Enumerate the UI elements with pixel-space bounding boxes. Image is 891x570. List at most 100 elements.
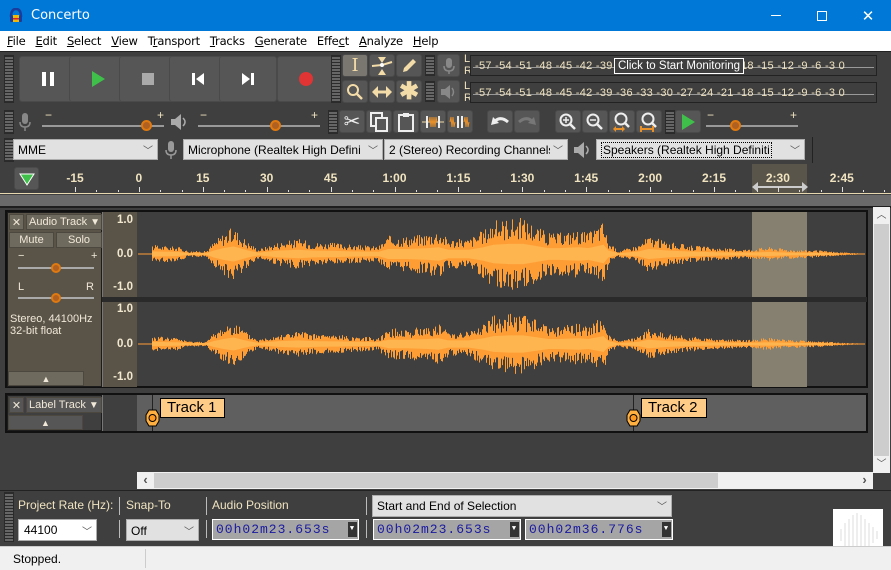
trim-audio-button[interactable] bbox=[420, 110, 446, 133]
edit-toolbar-grip[interactable] bbox=[328, 110, 338, 134]
selection-mode-select[interactable]: Start and End of Selection ﹀ bbox=[372, 495, 672, 517]
label-2-handle-icon[interactable] bbox=[626, 409, 641, 427]
ruler-minor-tick bbox=[160, 190, 162, 192]
scroll-up-button[interactable]: ︿ bbox=[873, 207, 890, 224]
divider bbox=[366, 497, 367, 515]
title-bar: Concerto ✕ bbox=[0, 0, 891, 31]
label-track-menu-button[interactable]: Label Track ▼ bbox=[26, 397, 102, 413]
track-close-button[interactable]: ✕ bbox=[9, 214, 24, 230]
label-1-handle-icon[interactable] bbox=[145, 409, 160, 427]
vertical-scrollbar[interactable]: ︿ ﹀ bbox=[873, 207, 890, 473]
collapse-track-button[interactable]: ▲ bbox=[8, 371, 84, 386]
record-volume-slider[interactable]: − + bbox=[42, 108, 165, 134]
close-button[interactable]: ✕ bbox=[845, 0, 891, 31]
playback-speed-slider[interactable]: − + bbox=[706, 108, 798, 134]
zoom-tool-button[interactable] bbox=[342, 80, 368, 103]
playback-volume-slider[interactable]: − + bbox=[198, 108, 320, 134]
scroll-down-button[interactable]: ﹀ bbox=[873, 456, 890, 473]
vertical-scroll-thumb[interactable] bbox=[874, 224, 889, 456]
timeline-options-button[interactable] bbox=[14, 167, 39, 190]
silence-audio-button[interactable] bbox=[447, 110, 473, 133]
horizontal-scroll-thumb[interactable] bbox=[154, 473, 718, 488]
selection-tool-button[interactable]: I bbox=[342, 54, 368, 77]
playback-volume-thumb[interactable] bbox=[270, 120, 282, 131]
recording-device-select[interactable]: Microphone (Realtek High Defini ﹀ bbox=[183, 139, 383, 160]
label-1[interactable]: Track 1 bbox=[160, 398, 225, 418]
fit-project-button[interactable] bbox=[636, 110, 662, 133]
waveform-left-channel[interactable] bbox=[138, 212, 865, 297]
audio-position-value: 00h02m23.653s bbox=[216, 522, 331, 537]
ruler-major-tick bbox=[75, 187, 76, 192]
mixer-toolbar-grip[interactable] bbox=[4, 110, 14, 134]
gain-min-label: − bbox=[18, 250, 25, 262]
undo-button[interactable] bbox=[487, 110, 513, 133]
playback-meter-grip[interactable] bbox=[425, 81, 435, 102]
horizontal-scrollbar[interactable]: ‹ › bbox=[137, 472, 873, 489]
ruler-minor-tick bbox=[628, 190, 630, 192]
selection-toolbar-grip[interactable] bbox=[4, 492, 14, 542]
menu-view[interactable]: View bbox=[106, 34, 143, 48]
multi-tool-button[interactable]: ✱ bbox=[396, 79, 422, 103]
menu-generate[interactable]: Generate bbox=[250, 34, 312, 48]
scroll-right-button[interactable]: › bbox=[856, 472, 873, 489]
minimize-icon bbox=[771, 15, 781, 16]
paste-button[interactable] bbox=[393, 110, 419, 133]
draw-tool-button[interactable] bbox=[396, 54, 422, 77]
record-meter-grip[interactable] bbox=[425, 55, 435, 76]
selection-end-field[interactable]: 00h02m36.776s ▼ bbox=[525, 519, 673, 540]
minimize-button[interactable] bbox=[753, 0, 799, 31]
playback-meter[interactable]: -57 -54 -51 -48 -45 -42 -39 -36 -33 -30 … bbox=[470, 82, 877, 103]
track-menu-button[interactable]: Audio Track ▼ bbox=[26, 214, 102, 230]
selection-start-field[interactable]: 00h02m23.653s ▼ bbox=[373, 519, 521, 540]
tools-toolbar-grip[interactable] bbox=[331, 55, 341, 103]
audio-position-field[interactable]: 00h02m23.653s ▼ bbox=[212, 519, 359, 540]
scrub-ruler[interactable] bbox=[0, 195, 891, 208]
label-2[interactable]: Track 2 bbox=[641, 398, 707, 418]
menu-tracks[interactable]: Tracks bbox=[205, 34, 250, 48]
record-meter-button[interactable] bbox=[437, 54, 460, 77]
copy-button[interactable] bbox=[366, 110, 392, 133]
ruler-minor-tick bbox=[117, 190, 119, 192]
redo-button[interactable] bbox=[514, 110, 540, 133]
menu-select[interactable]: Select bbox=[62, 34, 106, 48]
time-shift-tool-button[interactable] bbox=[369, 80, 395, 103]
record-button[interactable] bbox=[277, 56, 335, 102]
menu-file[interactable]: File bbox=[2, 34, 30, 48]
mute-button[interactable]: Mute bbox=[9, 232, 54, 248]
menu-help[interactable]: Help bbox=[408, 34, 443, 48]
project-rate-select[interactable]: 44100 ﹀ bbox=[18, 519, 97, 541]
pan-slider-thumb[interactable] bbox=[51, 293, 61, 303]
label-track-close-button[interactable]: ✕ bbox=[9, 397, 24, 413]
gain-slider-thumb[interactable] bbox=[51, 263, 61, 273]
scroll-left-button[interactable]: ‹ bbox=[137, 472, 154, 489]
skip-to-end-button[interactable] bbox=[219, 56, 277, 102]
zoom-out-button[interactable] bbox=[582, 110, 608, 133]
snap-to-select[interactable]: Off ﹀ bbox=[126, 519, 199, 541]
right-channel-scale: 1.0 0.0 -1.0 bbox=[102, 302, 137, 387]
monitor-tooltip[interactable]: Click to Start Monitoring bbox=[614, 58, 745, 74]
menu-effect[interactable]: Effect bbox=[312, 34, 354, 48]
playback-device-select[interactable]: Speakers (Realtek High Definiti ﹀ bbox=[596, 139, 805, 160]
label-track-collapse-button[interactable]: ▲ bbox=[8, 415, 83, 430]
recording-channels-select[interactable]: 2 (Stereo) Recording Channels ﹀ bbox=[384, 139, 568, 160]
menu-transport[interactable]: Transport bbox=[143, 34, 205, 48]
maximize-button[interactable] bbox=[799, 0, 845, 31]
zoom-in-button[interactable] bbox=[555, 110, 581, 133]
transport-toolbar-grip[interactable] bbox=[4, 55, 14, 103]
timeline-ruler[interactable]: -15 0 15 30 45 1:00 1:15 1:30 1:45 2:00 2:15 2:30 2:… bbox=[0, 164, 891, 194]
audio-host-select[interactable]: MME ﹀ bbox=[13, 139, 158, 160]
cut-button[interactable]: ✂ bbox=[339, 110, 365, 133]
playback-speed-thumb[interactable] bbox=[730, 120, 742, 131]
playback-device-value: Speakers (Realtek High Definiti bbox=[601, 141, 772, 158]
waveform-right-channel[interactable] bbox=[138, 302, 865, 387]
menu-edit[interactable]: Edit bbox=[30, 34, 61, 48]
play-at-speed-button[interactable] bbox=[675, 110, 701, 133]
fit-selection-button[interactable] bbox=[609, 110, 635, 133]
envelope-tool-button[interactable] bbox=[369, 54, 395, 77]
solo-button[interactable]: Solo bbox=[56, 232, 102, 248]
play-at-speed-grip[interactable] bbox=[665, 110, 675, 134]
playback-meter-button[interactable] bbox=[437, 80, 460, 103]
chevron-down-icon: ﹀ bbox=[657, 502, 667, 513]
record-volume-thumb[interactable] bbox=[140, 120, 152, 131]
menu-analyze[interactable]: Analyze bbox=[354, 34, 408, 48]
